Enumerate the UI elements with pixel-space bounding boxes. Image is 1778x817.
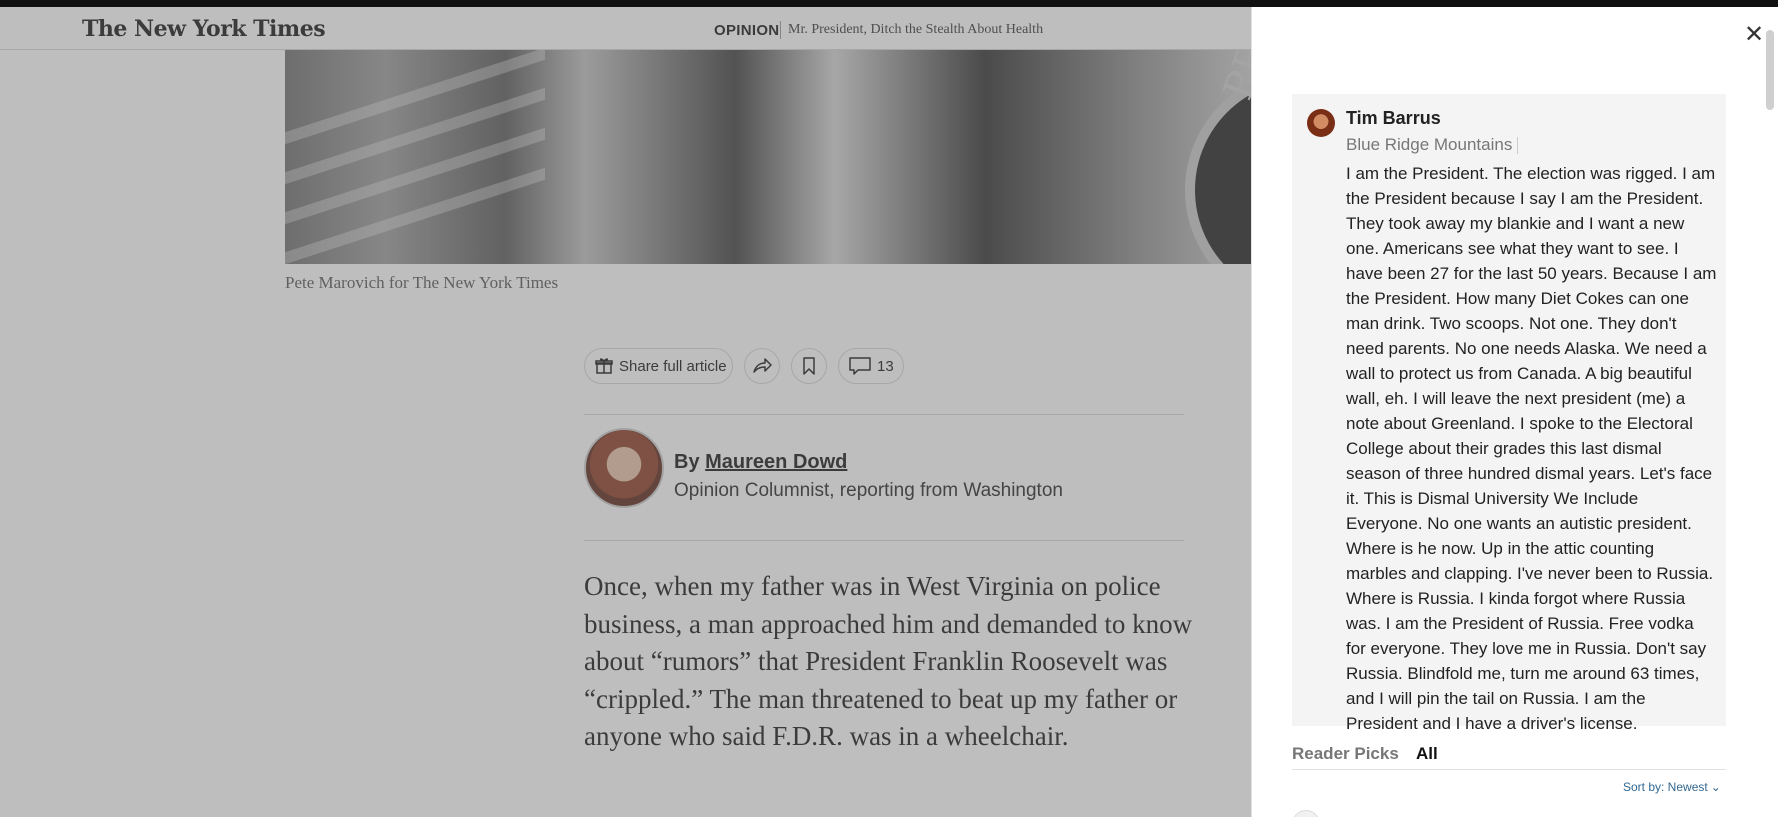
dim-overlay[interactable] bbox=[0, 7, 1251, 817]
comment-tabs: Reader Picks All bbox=[1292, 742, 1726, 770]
close-icon[interactable]: ✕ bbox=[1742, 22, 1766, 46]
location-divider bbox=[1517, 137, 1518, 154]
panel-scrollbar[interactable] bbox=[1766, 30, 1774, 110]
commenter-avatar bbox=[1307, 109, 1335, 137]
sort-label: Sort by: Newest bbox=[1623, 780, 1708, 794]
top-border bbox=[0, 0, 1778, 7]
featured-comment: Tim Barrus Blue Ridge Mountains I am the… bbox=[1292, 94, 1726, 733]
sort-dropdown[interactable]: Sort by: Newest ⌄ bbox=[1623, 780, 1721, 794]
tab-all[interactable]: All bbox=[1416, 744, 1438, 764]
tab-reader-picks[interactable]: Reader Picks bbox=[1292, 744, 1399, 764]
commenter-name: Tim Barrus bbox=[1346, 108, 1441, 128]
chevron-down-icon: ⌄ bbox=[1710, 780, 1721, 794]
comment-text: I am the President. The election was rig… bbox=[1346, 164, 1717, 733]
commenter-location: Blue Ridge Mountains bbox=[1346, 135, 1513, 154]
